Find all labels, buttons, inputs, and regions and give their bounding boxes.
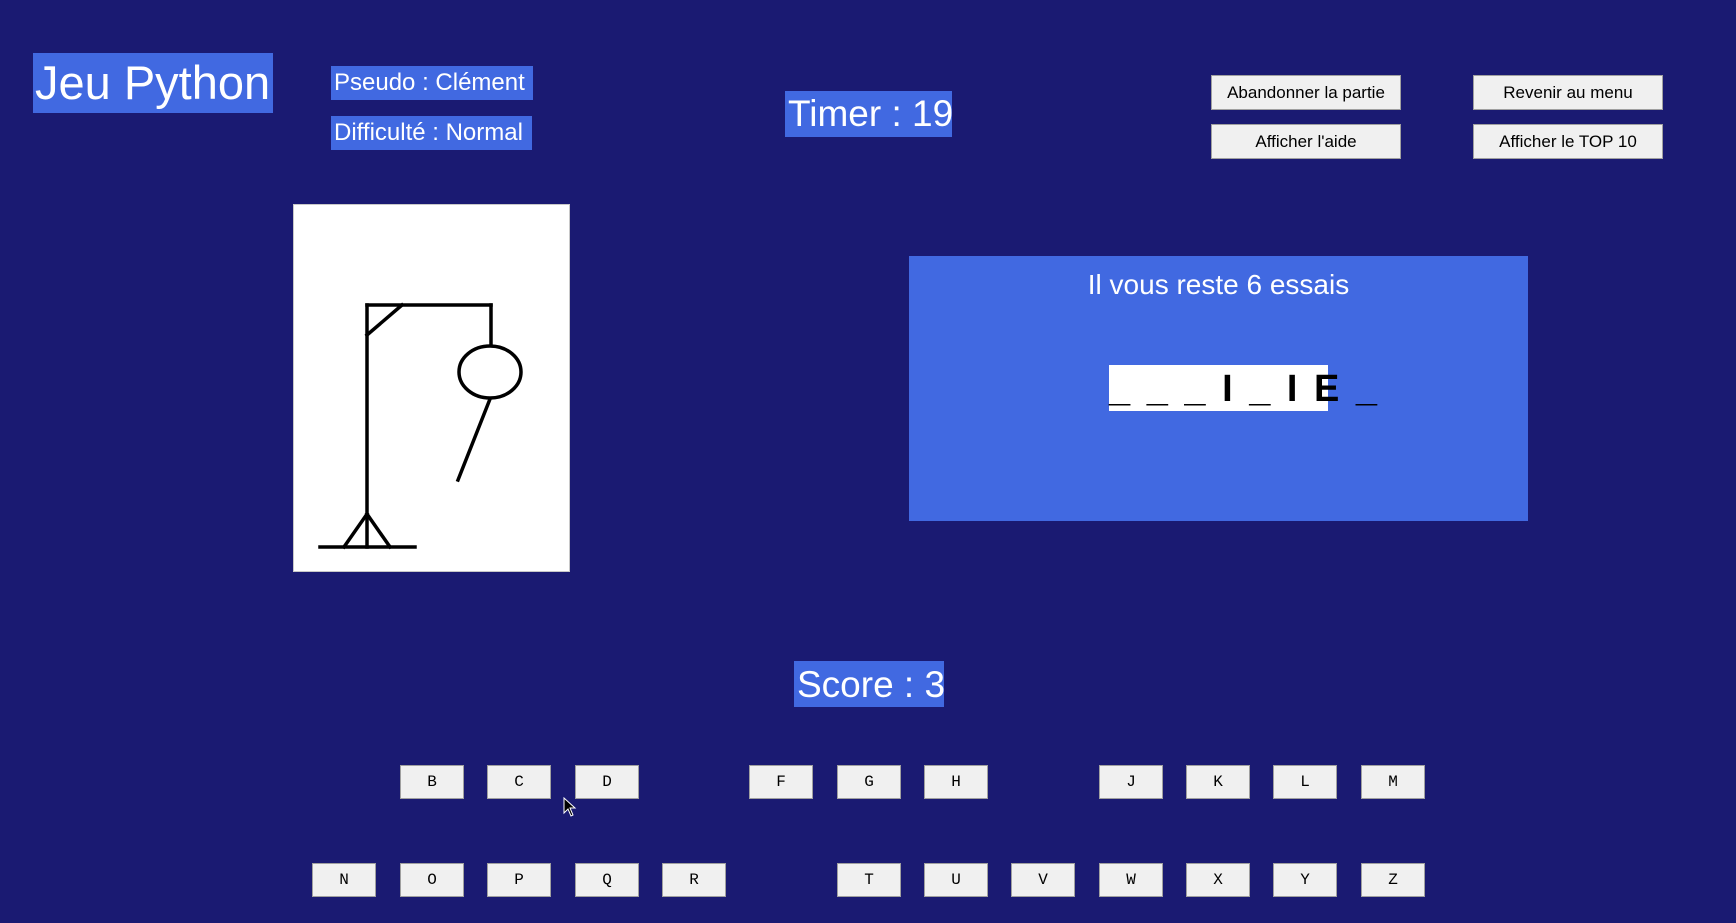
letter-button-n[interactable]: N <box>312 863 376 897</box>
letter-button-t[interactable]: T <box>837 863 901 897</box>
letter-button-x[interactable]: X <box>1186 863 1250 897</box>
player-pseudo: Pseudo : Clément <box>331 66 533 100</box>
show-help-button[interactable]: Afficher l'aide <box>1211 124 1401 159</box>
letter-button-u[interactable]: U <box>924 863 988 897</box>
word-panel: Il vous reste 6 essais _ _ _ I _ I E _ <box>909 256 1528 521</box>
letter-button-b[interactable]: B <box>400 765 464 799</box>
hangman-head <box>457 344 523 400</box>
letter-button-y[interactable]: Y <box>1273 863 1337 897</box>
letter-button-d[interactable]: D <box>575 765 639 799</box>
letter-button-v[interactable]: V <box>1011 863 1075 897</box>
letter-button-w[interactable]: W <box>1099 863 1163 897</box>
letter-button-l[interactable]: L <box>1273 765 1337 799</box>
gallows-base-right-leg <box>364 511 393 550</box>
game-title: Jeu Python <box>33 53 273 113</box>
score-display: Score : 3 <box>794 661 945 707</box>
letter-button-m[interactable]: M <box>1361 765 1425 799</box>
letter-button-o[interactable]: O <box>400 863 464 897</box>
difficulty-label: Difficulté : Normal <box>331 116 532 150</box>
letter-button-z[interactable]: Z <box>1361 863 1425 897</box>
letter-button-g[interactable]: G <box>837 765 901 799</box>
timer-display: Timer : 19 <box>785 91 953 137</box>
letter-button-p[interactable]: P <box>487 863 551 897</box>
letter-button-f[interactable]: F <box>749 765 813 799</box>
abandon-game-button[interactable]: Abandonner la partie <box>1211 75 1401 110</box>
hangman-body <box>455 396 493 483</box>
gallows-base-left-leg <box>341 511 370 550</box>
hidden-word: _ _ _ I _ I E _ <box>1109 365 1377 411</box>
letter-button-j[interactable]: J <box>1099 765 1163 799</box>
letter-button-h[interactable]: H <box>924 765 988 799</box>
gallows-brace <box>364 302 405 338</box>
hangman-figure <box>318 302 523 550</box>
letter-button-k[interactable]: K <box>1186 765 1250 799</box>
letter-button-q[interactable]: Q <box>575 863 639 897</box>
show-top10-button[interactable]: Afficher le TOP 10 <box>1473 124 1663 159</box>
hangman-drawing <box>293 204 570 572</box>
letter-button-c[interactable]: C <box>487 765 551 799</box>
back-to-menu-button[interactable]: Revenir au menu <box>1473 75 1663 110</box>
letter-button-r[interactable]: R <box>662 863 726 897</box>
remaining-tries-text: Il vous reste 6 essais <box>1087 269 1350 300</box>
mouse-cursor-icon <box>563 797 577 817</box>
